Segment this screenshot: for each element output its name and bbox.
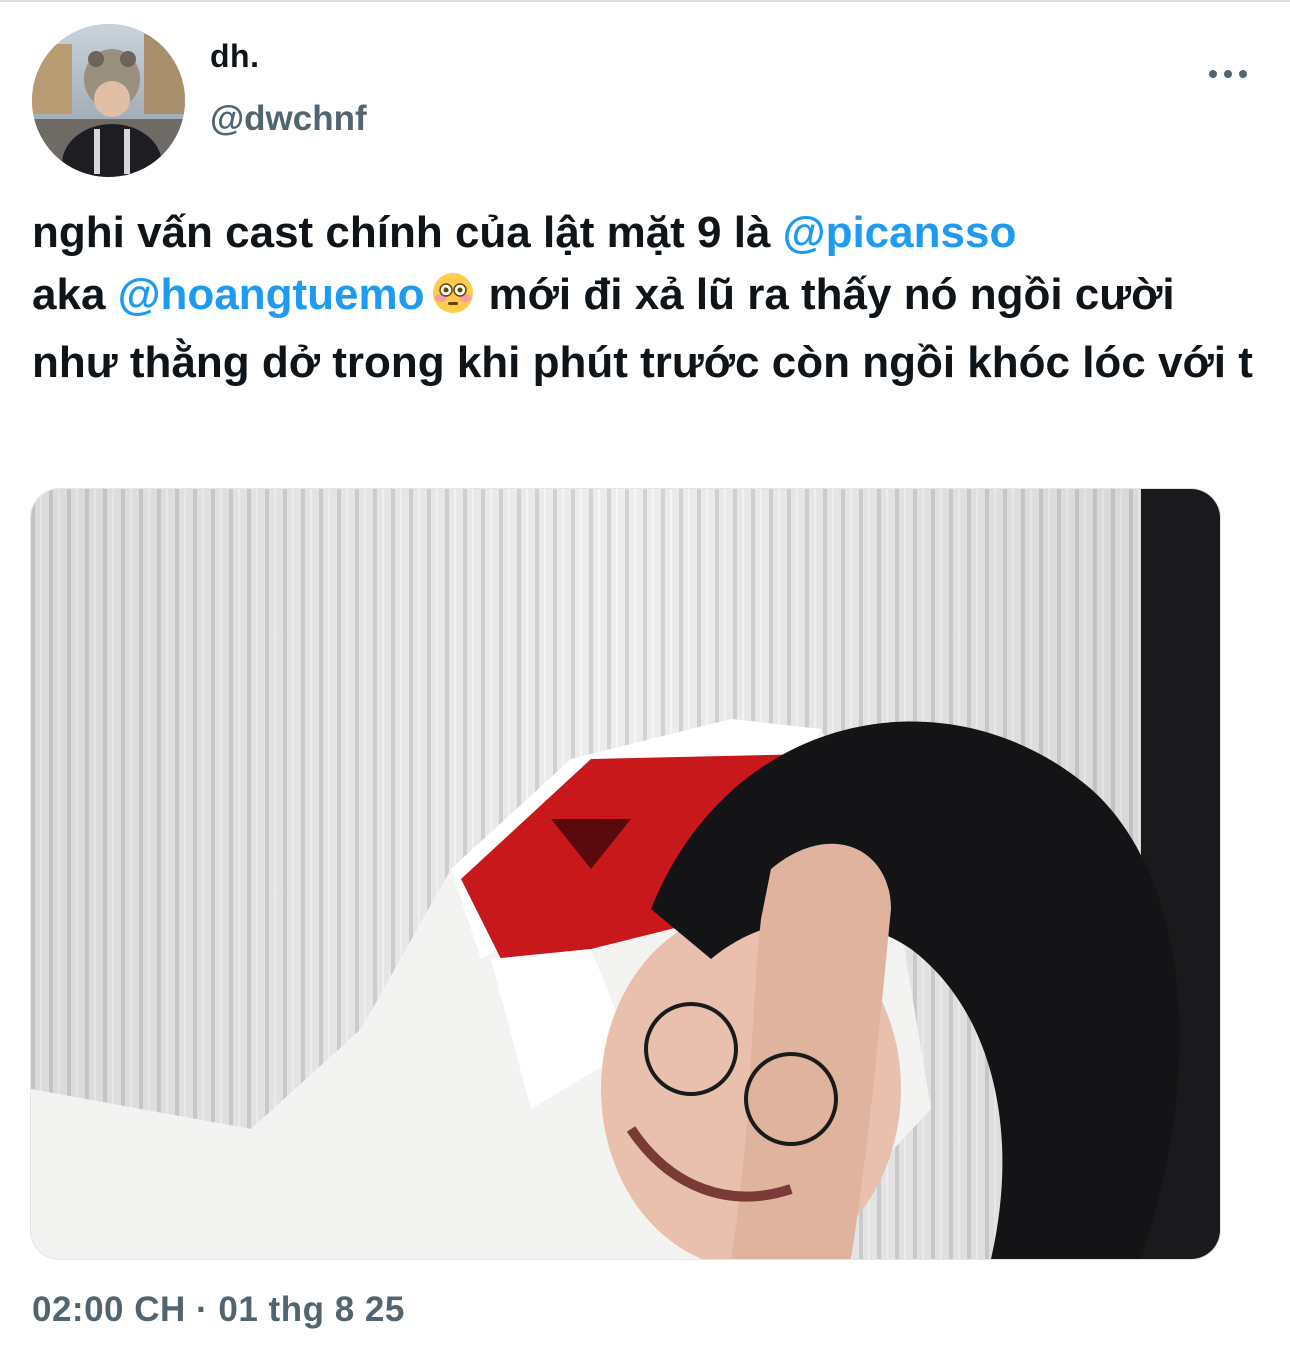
mention-link-hoangtuemo[interactable]: @hoangtuemo [118,270,425,319]
tweet-text: nghi vấn cast chính của lật mặt 9 là @pi… [32,202,1272,394]
top-divider [0,0,1290,2]
tweet-text-part: aka [32,270,118,319]
avatar[interactable] [32,24,185,177]
tweet-media-image[interactable] [30,488,1221,1260]
mention-link-picansso[interactable]: @picansso [783,208,1017,257]
tweet-timestamp[interactable]: 02:00 CH · 01 thg 8 25 [32,1290,405,1330]
avatar-photo [32,24,185,177]
tweet-text-part: nghi vấn cast chính của lật mặt 9 là [32,208,783,257]
more-horizontal-icon [1209,70,1247,78]
author-display-name[interactable]: dh. [210,38,259,75]
more-options-button[interactable] [1200,56,1256,92]
author-handle[interactable]: @dwchnf [210,99,367,139]
media-photo [31,489,1220,1259]
flushed-face-emoji-icon [431,270,475,332]
